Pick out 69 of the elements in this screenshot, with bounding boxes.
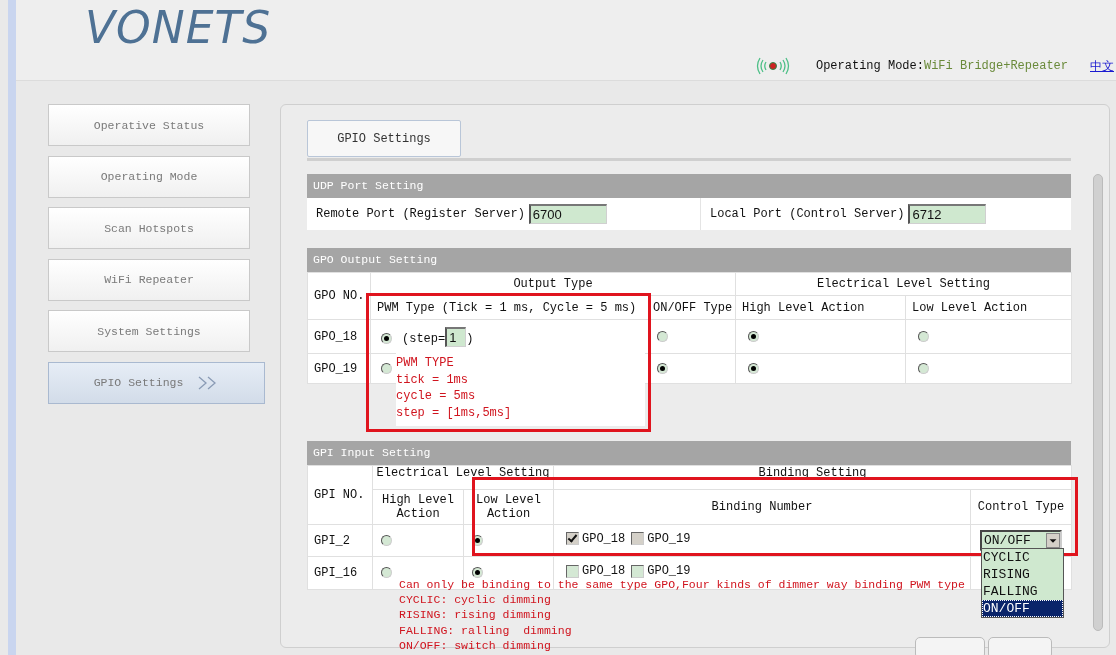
dropdown-option[interactable]: CYCLIC (982, 549, 1063, 566)
operating-mode-text: Operating Mode:WiFi Bridge+Repeater (815, 59, 1068, 73)
table-cell: GPI_2 (307, 524, 373, 557)
annotation-note: FALLING: ralling dimming (399, 622, 572, 638)
input-field[interactable]: 1 (445, 326, 467, 347)
column-header: Electrical Level Setting (735, 272, 1072, 296)
column-header: Binding Setting (553, 465, 1072, 490)
section-title: GPI Input Setting (307, 441, 1071, 465)
field-label: Remote Port (Register Server) (316, 207, 525, 221)
radio-button[interactable] (748, 330, 759, 342)
language-link[interactable]: 中文 (1090, 57, 1116, 75)
section-title: GPO Output Setting (307, 248, 1071, 272)
column-header: ON/OFF Type (650, 295, 736, 320)
field-label: Local Port (Control Server) (710, 207, 905, 221)
table-cell: GPO_18 (307, 319, 371, 354)
radio-button[interactable] (918, 330, 929, 342)
tooltip-line: tick = 1ms (396, 371, 469, 388)
sidebar-item[interactable]: Operative Status (48, 104, 250, 146)
column-header: Binding Number (553, 489, 971, 525)
caret-icon (1046, 533, 1060, 548)
tooltip-line: cycle = 5ms (396, 388, 477, 405)
radio-button[interactable] (472, 534, 483, 546)
table-cell: GPI_16 (307, 556, 373, 590)
radio-button[interactable] (748, 362, 759, 374)
dropdown-option[interactable]: ON/OFF (982, 600, 1063, 617)
radio-button[interactable] (657, 362, 668, 374)
column-header: High Level Action (735, 295, 906, 320)
sidebar-item[interactable]: System Settings (48, 310, 250, 352)
sidebar-item[interactable]: Scan Hotspots (48, 207, 250, 249)
checkbox-label: GPO_19 (647, 564, 691, 579)
step-label: (step= (402, 331, 446, 346)
column-header: Low Level Action (463, 489, 554, 525)
radio-button[interactable] (381, 534, 392, 546)
annotation-note: RISING: rising dimming (399, 607, 551, 623)
column-header: Output Type (370, 272, 736, 296)
checkbox[interactable] (631, 564, 645, 578)
column-header: High Level Action (372, 489, 464, 525)
checkbox-label: GPO_19 (647, 531, 691, 546)
sidebar-item[interactable]: WiFi Repeater (48, 258, 250, 301)
sidebar-item[interactable]: GPIO Settings (48, 361, 265, 404)
checkbox-label: GPO_18 (582, 564, 626, 579)
input-field[interactable]: 6700 (528, 204, 607, 224)
annotation-note: ON/OFF: switch dimming (399, 637, 551, 653)
column-header: GPO NO. (307, 272, 371, 320)
column-header: Low Level Action (905, 295, 1072, 320)
step-label: ) (466, 331, 474, 346)
radio-button[interactable] (657, 330, 668, 342)
dropdown-option[interactable]: FALLING (982, 583, 1063, 600)
annotation-note: CYCLIC: cyclic dimming (399, 592, 551, 608)
tab[interactable]: GPIO Settings (307, 120, 461, 157)
column-header: Electrical Level Setting (372, 465, 554, 490)
sidebar-item[interactable]: Operating Mode (48, 155, 250, 198)
radio-button[interactable] (918, 362, 929, 374)
radio-button[interactable] (381, 362, 392, 374)
radio-button[interactable] (472, 567, 483, 579)
radio-button[interactable] (381, 332, 392, 344)
scrollbar[interactable] (1093, 174, 1103, 631)
column-header: GPI NO. (307, 465, 373, 525)
checkbox[interactable] (566, 564, 579, 578)
checkbox-label: GPO_18 (582, 531, 626, 546)
section-title: UDP Port Setting (307, 174, 1071, 198)
column-header: Control Type (970, 489, 1072, 525)
table-cell: GPO_19 (307, 353, 371, 384)
logo: VONETS (85, 1, 272, 55)
annotation-note: Can only be binding to the same type GPO,Four kinds of dimmer way binding PWM type (399, 577, 965, 593)
input-field[interactable]: 6712 (908, 204, 987, 224)
tooltip-line: step = [1ms,5ms] (396, 404, 513, 421)
radio-button[interactable] (381, 567, 392, 579)
tooltip-line: PWM TYPE (396, 355, 455, 372)
